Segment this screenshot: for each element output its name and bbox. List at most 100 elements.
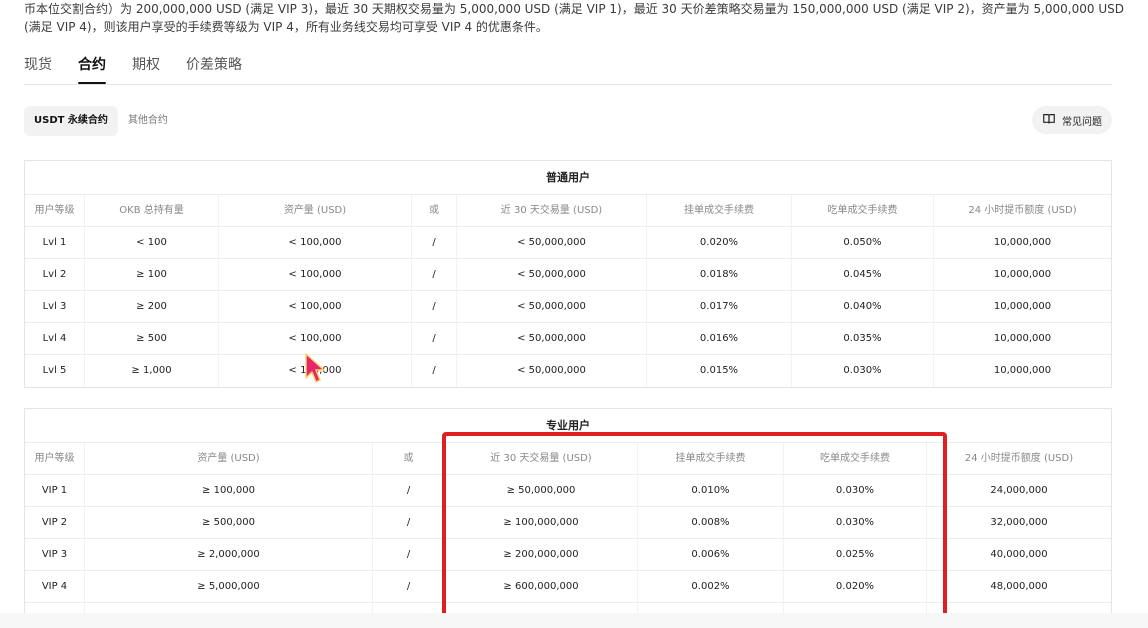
regular-table-cell: 0.018% [647, 259, 792, 291]
pro-header-cell: 资产量 (USD) [85, 443, 373, 475]
regular-table-cell: 0.050% [792, 227, 934, 259]
regular-table-cell: < 50,000,000 [457, 227, 647, 259]
contract-subtabs: USDT 永续合约 其他合约 [24, 106, 178, 136]
book-icon [1042, 112, 1056, 129]
pro-table-cell: VIP 2 [25, 507, 85, 539]
regular-user-table: 普通用户 用户等级 OKB 总持有量 资产量 (USD) 或近 30 天交易量 (US… [24, 160, 1112, 388]
tab-futures[interactable]: 合约 [78, 50, 106, 84]
tab-options[interactable]: 期权 [132, 50, 160, 84]
regular-table-cell: 0.020% [647, 227, 792, 259]
pro-table-cell: 0.020% [784, 571, 927, 603]
pro-header-cell: 用户等级 [25, 443, 85, 475]
regular-table-cell: Lvl 4 [25, 323, 85, 355]
regular-header-cell: 资产量 (USD) [219, 195, 412, 227]
regular-table-cell: < 100,000 [219, 323, 412, 355]
regular-header-cell: 吃单成交手续费 [792, 195, 934, 227]
pro-table-cell: 48,000,000 [927, 571, 1111, 603]
pro-table-cell: ≥ 100,000,000 [445, 507, 638, 539]
regular-table-cell: 0.016% [647, 323, 792, 355]
intro-paragraph: 币本位交割合约）为 200,000,000 USD (满足 VIP 3)，最近 … [24, 2, 1124, 34]
regular-table-cell: Lvl 5 [25, 355, 85, 387]
regular-table-cell: 10,000,000 [934, 291, 1111, 323]
pro-table-cell: 0.030% [784, 475, 927, 507]
regular-table-cell: < 50,000,000 [457, 355, 647, 387]
pro-table-cell: 0.010% [638, 475, 784, 507]
regular-table-cell: / [412, 227, 457, 259]
pro-table-cell: ≥ 50,000,000 [445, 475, 638, 507]
pro-table-cell: / [373, 507, 445, 539]
regular-table-cell: ≥ 500 [85, 323, 219, 355]
regular-table-cell: 10,000,000 [934, 227, 1111, 259]
pro-table-cell: / [373, 539, 445, 571]
regular-table-cell: ≥ 200 [85, 291, 219, 323]
regular-table-cell: / [412, 259, 457, 291]
pro-table-cell: 0.008% [638, 507, 784, 539]
regular-header-cell: 24 小时提币额度 (USD) [934, 195, 1111, 227]
pro-table-cell: 0.025% [784, 539, 927, 571]
faq-button-label: 常见问题 [1062, 116, 1102, 128]
regular-table-cell: / [412, 355, 457, 387]
regular-header-cell: 挂单成交手续费 [647, 195, 792, 227]
pro-table-cell: ≥ 200,000,000 [445, 539, 638, 571]
regular-table-cell: < 50,000,000 [457, 259, 647, 291]
product-tabs: 现货 合约 期权 价差策略 [24, 50, 268, 84]
regular-table-cell: 10,000,000 [934, 259, 1111, 291]
regular-table-cell: 0.030% [792, 355, 934, 387]
pro-table-cell: ≥ 5,000,000 [85, 571, 373, 603]
tab-spot[interactable]: 现货 [24, 50, 52, 84]
pro-table-cell: VIP 4 [25, 571, 85, 603]
bottom-bar [0, 613, 1148, 628]
pro-table-cell: 24,000,000 [927, 475, 1111, 507]
regular-table-cell: 0.045% [792, 259, 934, 291]
regular-table-cell: ≥ 100 [85, 259, 219, 291]
pro-header-cell: 24 小时提币额度 (USD) [927, 443, 1111, 475]
regular-table-title: 普通用户 [25, 161, 1111, 195]
pro-table-cell: / [373, 475, 445, 507]
regular-table-cell: 10,000,000 [934, 323, 1111, 355]
subtab-usdt-perpetual[interactable]: USDT 永续合约 [24, 106, 118, 136]
pro-table-cell: ≥ 100,000 [85, 475, 373, 507]
regular-table-cell: < 100 [85, 227, 219, 259]
regular-table-cell: ≥ 1,000 [85, 355, 219, 387]
regular-table-grid: 用户等级 OKB 总持有量 资产量 (USD) 或近 30 天交易量 (USD) 挂单成… [25, 195, 1111, 387]
regular-table-cell: / [412, 291, 457, 323]
regular-table-cell: 0.017% [647, 291, 792, 323]
pro-table-cell: 32,000,000 [927, 507, 1111, 539]
pro-header-cell: 近 30 天交易量 (USD) [445, 443, 638, 475]
faq-button[interactable]: 常见问题 [1032, 106, 1112, 134]
regular-table-cell: 0.040% [792, 291, 934, 323]
regular-header-cell: 近 30 天交易量 (USD) [457, 195, 647, 227]
regular-table-cell: < 100,000 [219, 227, 412, 259]
pro-header-cell: 挂单成交手续费 [638, 443, 784, 475]
subtab-other-contracts[interactable]: 其他合约 [118, 106, 178, 136]
regular-table-cell: < 100,000 [219, 291, 412, 323]
pro-table-grid: 用户等级 资产量 (USD) 或近 30 天交易量 (USD) 挂单成交手续费 吃单成交… [25, 443, 1111, 628]
pro-table-cell: ≥ 600,000,000 [445, 571, 638, 603]
mouse-cursor-icon [305, 353, 325, 383]
regular-table-cell: Lvl 2 [25, 259, 85, 291]
regular-table-cell: 0.015% [647, 355, 792, 387]
regular-table-cell: / [412, 323, 457, 355]
pro-table-cell: 0.006% [638, 539, 784, 571]
pro-table-cell: ≥ 2,000,000 [85, 539, 373, 571]
regular-table-cell: < 100,000 [219, 259, 412, 291]
pro-user-table: 专业用户 用户等级 资产量 (USD) 或近 30 天交易量 (USD) 挂单成交手续… [24, 408, 1112, 628]
pro-header-cell: 或 [373, 443, 445, 475]
regular-table-cell: < 50,000,000 [457, 291, 647, 323]
pro-table-cell: VIP 3 [25, 539, 85, 571]
pro-table-cell: 0.002% [638, 571, 784, 603]
pro-header-cell: 吃单成交手续费 [784, 443, 927, 475]
pro-table-cell: ≥ 500,000 [85, 507, 373, 539]
regular-table-cell: 10,000,000 [993, 365, 1052, 376]
tabs-divider [24, 84, 1112, 85]
pro-table-cell: VIP 1 [25, 475, 85, 507]
regular-header-cell: 用户等级 [25, 195, 85, 227]
pro-table-cell: / [373, 571, 445, 603]
regular-table-cell: 0.035% [792, 323, 934, 355]
regular-table-cell: < 50,000,000 [457, 323, 647, 355]
tab-spread[interactable]: 价差策略 [186, 50, 242, 84]
regular-header-cell: OKB 总持有量 [85, 195, 219, 227]
pro-table-cell: 40,000,000 [927, 539, 1111, 571]
regular-table-cell: Lvl 3 [25, 291, 85, 323]
pro-table-title: 专业用户 [25, 409, 1111, 443]
